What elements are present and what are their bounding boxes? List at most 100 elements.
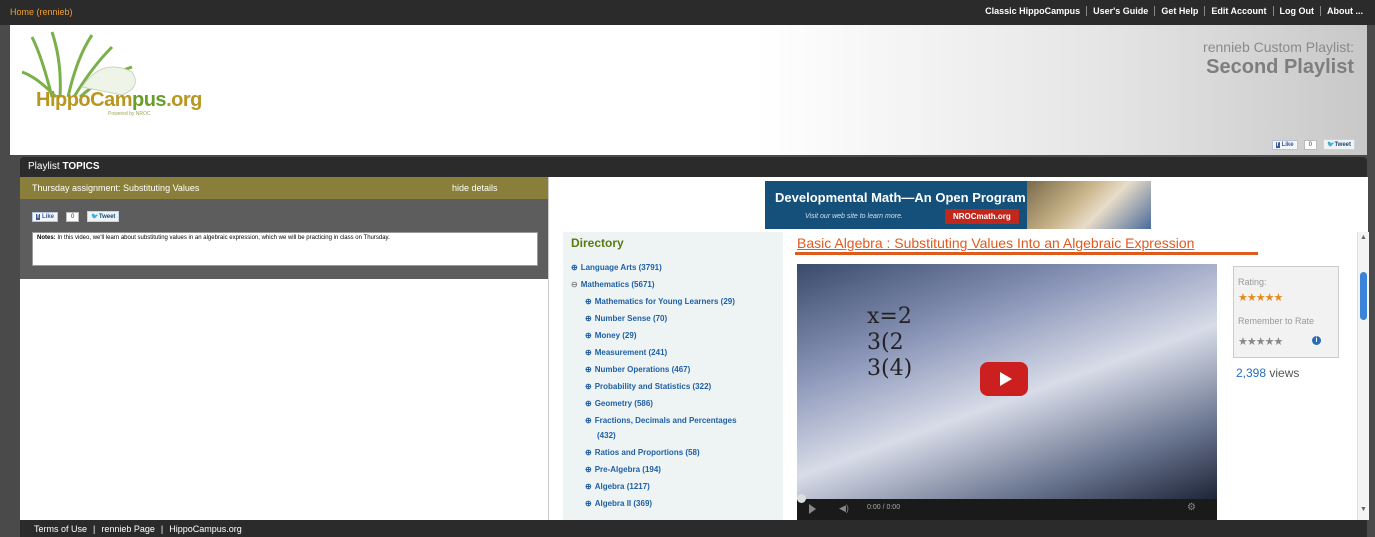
tweet-label: Tweet [1334, 142, 1351, 148]
directory-item-young-learners[interactable]: ⊕ Mathematics for Young Learners (29) [585, 297, 735, 306]
view-count: 2,398 views [1236, 366, 1299, 380]
logo-word-c: .org [166, 89, 202, 111]
remember-to-rate-label: Remember to Rate [1238, 316, 1315, 326]
assignment-panel: Thursday assignment: Substituting Values… [20, 177, 548, 520]
log-out-link[interactable]: Log Out [1272, 6, 1321, 16]
header-social-buttons: f Like 0 🐦Tweet [1271, 139, 1355, 150]
directory-item-pre-algebra[interactable]: ⊕ Pre-Algebra (194) [585, 465, 661, 474]
expand-icon: ⊕ [585, 448, 592, 457]
assignment-social-buttons: f Like 0 🐦Tweet [32, 211, 120, 222]
directory-item-label: Language Arts (3791) [580, 263, 662, 272]
directory-item-label: Pre-Algebra (194) [594, 465, 661, 474]
logo-tagline: Powered by NROC [108, 111, 151, 117]
rating-label: Rating: [1238, 277, 1267, 287]
notes-text: In this video, we'll learn about substit… [55, 235, 390, 241]
hide-details-link[interactable]: hide details [452, 183, 498, 193]
twitter-icon: 🐦 [91, 214, 99, 220]
users-guide-link[interactable]: User's Guide [1086, 6, 1154, 16]
directory-item-fractions-count[interactable]: (432) [597, 431, 616, 440]
like-count: 0 [66, 211, 80, 222]
rate-stars-input[interactable]: ★★★★★ [1238, 335, 1283, 348]
directory-item-label: (432) [597, 431, 616, 440]
expand-icon: ⊕ [585, 465, 592, 474]
info-icon[interactable]: i [1312, 336, 1321, 345]
assignment-notes: Notes: In this video, we'll learn about … [32, 232, 538, 266]
title-divider [795, 252, 1258, 255]
directory-item-measurement[interactable]: ⊕ Measurement (241) [585, 348, 667, 357]
like-label: Like [42, 213, 55, 220]
directory-item-label: Probability and Statistics (322) [594, 382, 712, 391]
nrocmath-button[interactable]: NROCmath.org [945, 209, 1019, 224]
tweet-button[interactable]: 🐦Tweet [87, 211, 120, 222]
control-play-icon[interactable] [809, 504, 816, 514]
topics-title-prefix: Playlist [28, 161, 63, 172]
topics-title-bold: TOPICS [62, 161, 100, 172]
directory-item-money[interactable]: ⊕ Money (29) [585, 331, 637, 340]
expand-icon: ⊕ [585, 399, 592, 408]
scroll-thumb[interactable] [1360, 272, 1367, 320]
directory-item-ratios[interactable]: ⊕ Ratios and Proportions (58) [585, 448, 700, 457]
classic-hippocampus-link[interactable]: Classic HippoCampus [979, 6, 1086, 16]
scroll-down-icon[interactable]: ▼ [1360, 506, 1367, 513]
playlist-title: Second Playlist [1206, 56, 1354, 78]
play-button[interactable] [980, 362, 1028, 396]
rating-stars: ★★★★★ [1238, 292, 1283, 304]
facebook-like-button[interactable]: f Like [1271, 139, 1298, 150]
directory-item-label: Number Operations (467) [594, 365, 691, 374]
assignment-details: f Like 0 🐦Tweet Notes: In this video, we'… [20, 199, 548, 279]
like-label: Like [1281, 141, 1294, 148]
footer-separator: | [93, 524, 96, 534]
video-title-link[interactable]: Basic Algebra : Substituting Values Into… [797, 235, 1194, 251]
progress-scrubber[interactable] [797, 494, 806, 503]
banner-title: Developmental Math—An Open Program [775, 190, 1026, 205]
directory-item-number-sense[interactable]: ⊕ Number Sense (70) [585, 314, 667, 323]
directory-item-number-operations[interactable]: ⊕ Number Operations (467) [585, 365, 690, 374]
home-link[interactable]: Home (rennieb) [10, 7, 73, 17]
nroc-banner[interactable]: Developmental Math—An Open Program Visit… [765, 181, 1151, 229]
tweet-button[interactable]: 🐦Tweet [1322, 139, 1355, 150]
directory-item-label: Number Sense (70) [594, 314, 668, 323]
video-player[interactable]: x=2 3(2 3(4) ◀) 0:00 / 0:00 ⚙ [797, 264, 1217, 520]
directory-item-label: Fractions, Decimals and Percentages [594, 416, 737, 425]
user-page-link[interactable]: rennieb Page [101, 524, 155, 534]
about-link[interactable]: About ... [1320, 6, 1369, 16]
settings-gear-icon[interactable]: ⚙ [1187, 502, 1196, 513]
content-scrollbar[interactable]: ▲ ▼ [1357, 232, 1369, 520]
frame-line-1: x=2 [867, 304, 912, 329]
notes-label: Notes: [37, 235, 56, 241]
expand-icon: ⊕ [585, 365, 592, 374]
directory-item-mathematics[interactable]: ⊖ Mathematics (5671) [571, 280, 655, 289]
volume-icon[interactable]: ◀) [839, 503, 849, 514]
video-controls: ◀) 0:00 / 0:00 ⚙ [797, 494, 1217, 520]
directory-item-label: Measurement (241) [594, 348, 668, 357]
directory-item-algebra[interactable]: ⊕ Algebra (1217) [585, 482, 650, 491]
directory-item-label: Geometry (586) [594, 399, 653, 408]
tweet-label: Tweet [98, 214, 116, 220]
edit-account-link[interactable]: Edit Account [1204, 6, 1272, 16]
directory-title: Directory [571, 236, 624, 250]
frame-line-2: 3(2 [867, 330, 904, 355]
directory-item-label: Ratios and Proportions (58) [594, 448, 700, 457]
directory-item-geometry[interactable]: ⊕ Geometry (586) [585, 399, 653, 408]
facebook-like-button[interactable]: f Like [32, 211, 59, 222]
rating-box: Rating: ★★★★★ Remember to Rate ★★★★★ i [1233, 266, 1339, 358]
video-time: 0:00 / 0:00 [867, 504, 901, 511]
scroll-up-icon[interactable]: ▲ [1360, 234, 1367, 241]
video-frame[interactable]: x=2 3(2 3(4) [797, 264, 1217, 499]
directory-item-fractions[interactable]: ⊕ Fractions, Decimals and Percentages [585, 416, 737, 425]
hippocampus-org-link[interactable]: HippoCampus.org [169, 524, 242, 534]
playlist-owner: rennieb Custom Playlist: [1203, 39, 1354, 55]
expand-icon: ⊕ [585, 382, 592, 391]
directory-item-algebra-ii[interactable]: ⊕ Algebra II (369) [585, 499, 652, 508]
logo-wordmark: HippoCampus.org [36, 89, 202, 112]
directory-item-probability[interactable]: ⊕ Probability and Statistics (322) [585, 382, 711, 391]
frame-line-3: 3(4) [867, 356, 913, 381]
logo-word-b: pus [132, 89, 167, 111]
banner-photo [1027, 181, 1151, 229]
assignment-header[interactable]: Thursday assignment: Substituting Values… [20, 177, 548, 199]
terms-of-use-link[interactable]: Terms of Use [34, 524, 87, 534]
get-help-link[interactable]: Get Help [1154, 6, 1204, 16]
directory-item-language-arts[interactable]: ⊕ Language Arts (3791) [571, 263, 662, 272]
directory-item-label: Algebra II (369) [594, 499, 653, 508]
assignment-title[interactable]: Thursday assignment: Substituting Values [32, 183, 199, 193]
